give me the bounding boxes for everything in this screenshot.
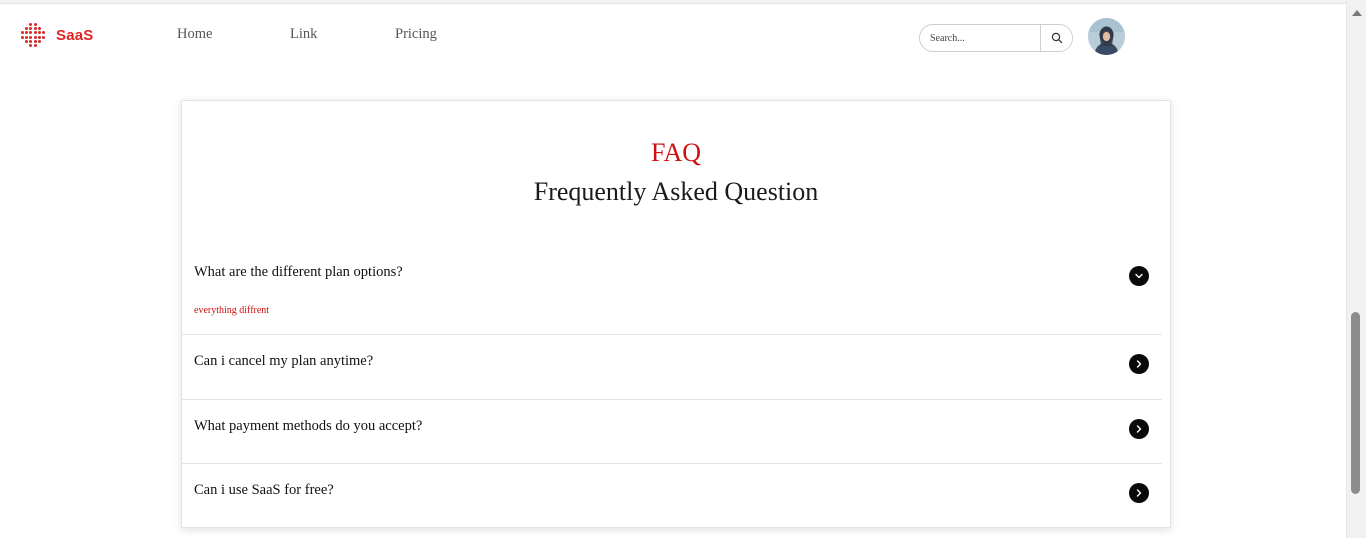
faq-toggle-button[interactable] bbox=[1129, 354, 1149, 374]
faq-toggle-button[interactable] bbox=[1129, 266, 1149, 286]
search-input[interactable] bbox=[920, 25, 1040, 51]
chevron-right-icon bbox=[1136, 360, 1142, 368]
faq-question: What payment methods do you accept? bbox=[194, 418, 423, 434]
faq-question: What are the different plan options? bbox=[194, 264, 403, 280]
faq-toggle-button[interactable] bbox=[1129, 419, 1149, 439]
navbar: SaaS Home Link Pricing bbox=[0, 4, 1346, 64]
brand-name: SaaS bbox=[56, 26, 94, 44]
faq-item[interactable]: What are the different plan options? eve… bbox=[182, 241, 1162, 334]
faq-item[interactable]: What payment methods do you accept? bbox=[182, 399, 1162, 463]
faq-question: Can i cancel my plan anytime? bbox=[194, 353, 374, 369]
search-icon bbox=[1051, 32, 1062, 44]
chevron-down-icon bbox=[1135, 273, 1143, 279]
chevron-right-icon bbox=[1136, 425, 1142, 433]
faq-item[interactable]: Can i use SaaS for free? bbox=[182, 463, 1162, 527]
faq-toggle-button[interactable] bbox=[1129, 483, 1149, 503]
faq-title: Frequently Asked Question bbox=[533, 177, 819, 206]
scroll-up-arrow-icon[interactable] bbox=[1352, 10, 1362, 16]
nav-link-home[interactable]: Home bbox=[177, 26, 212, 43]
faq-eyebrow: FAQ bbox=[650, 138, 702, 167]
brand-logo-icon bbox=[20, 22, 46, 48]
faq-item[interactable]: Can i cancel my plan anytime? bbox=[182, 334, 1162, 399]
faq-card: FAQ Frequently Asked Question What are t… bbox=[181, 100, 1171, 528]
faq-answer: everything diffrent bbox=[194, 305, 270, 316]
chevron-right-icon bbox=[1136, 489, 1142, 497]
vertical-scrollbar[interactable] bbox=[1346, 0, 1366, 538]
avatar-photo bbox=[1088, 18, 1125, 55]
faq-question: Can i use SaaS for free? bbox=[194, 482, 334, 498]
scrollbar-thumb[interactable] bbox=[1351, 312, 1360, 494]
search-button[interactable] bbox=[1040, 25, 1072, 51]
nav-link-pricing[interactable]: Pricing bbox=[395, 26, 437, 43]
search-group bbox=[919, 24, 1073, 52]
user-avatar[interactable] bbox=[1088, 18, 1125, 55]
brand[interactable]: SaaS bbox=[20, 22, 94, 48]
nav-link-link[interactable]: Link bbox=[290, 26, 317, 43]
